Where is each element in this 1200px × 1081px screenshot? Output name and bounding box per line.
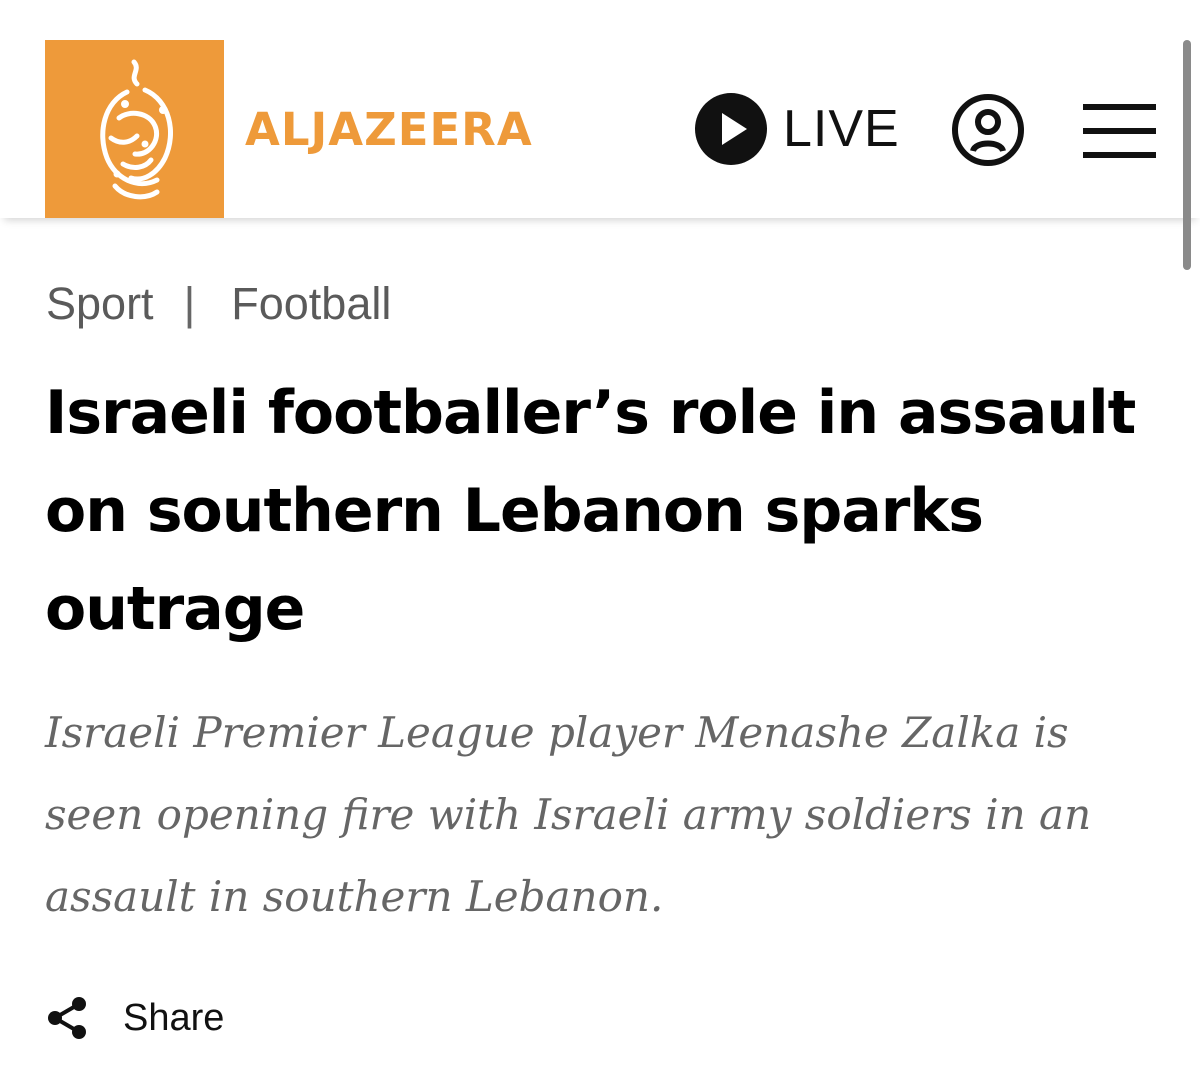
live-button[interactable]: LIVE <box>695 93 900 165</box>
menu-bar-top <box>1083 104 1156 110</box>
share-label: Share <box>123 996 225 1039</box>
live-label: LIVE <box>783 100 900 158</box>
play-circle-icon <box>695 93 767 165</box>
share-icon <box>48 997 86 1039</box>
menu-bar-middle <box>1083 128 1156 134</box>
breadcrumb-separator: | <box>183 278 196 329</box>
article-subhead: Israeli Premier League player Menashe Za… <box>45 708 1092 921</box>
hamburger-menu-icon[interactable] <box>1083 104 1157 160</box>
menu-bar-bottom <box>1083 152 1156 158</box>
user-circle-icon <box>952 94 1024 166</box>
breadcrumb-sport-link[interactable]: Sport <box>46 278 154 330</box>
aljazeera-logo-emblem-icon <box>100 59 174 200</box>
site-header: ALJAZEERA LIVE <box>0 0 1200 218</box>
breadcrumb: Sport | Football <box>46 278 391 330</box>
brand-wordmark[interactable]: ALJAZEERA <box>245 104 533 156</box>
article-headline: Israeli footballer’s role in assault on … <box>45 378 1136 644</box>
account-button[interactable] <box>951 93 1025 167</box>
breadcrumb-football-link[interactable]: Football <box>231 278 391 330</box>
share-button[interactable]: Share <box>45 990 224 1046</box>
aljazeera-logo[interactable] <box>45 40 224 218</box>
page-scrollbar[interactable] <box>1183 40 1191 270</box>
